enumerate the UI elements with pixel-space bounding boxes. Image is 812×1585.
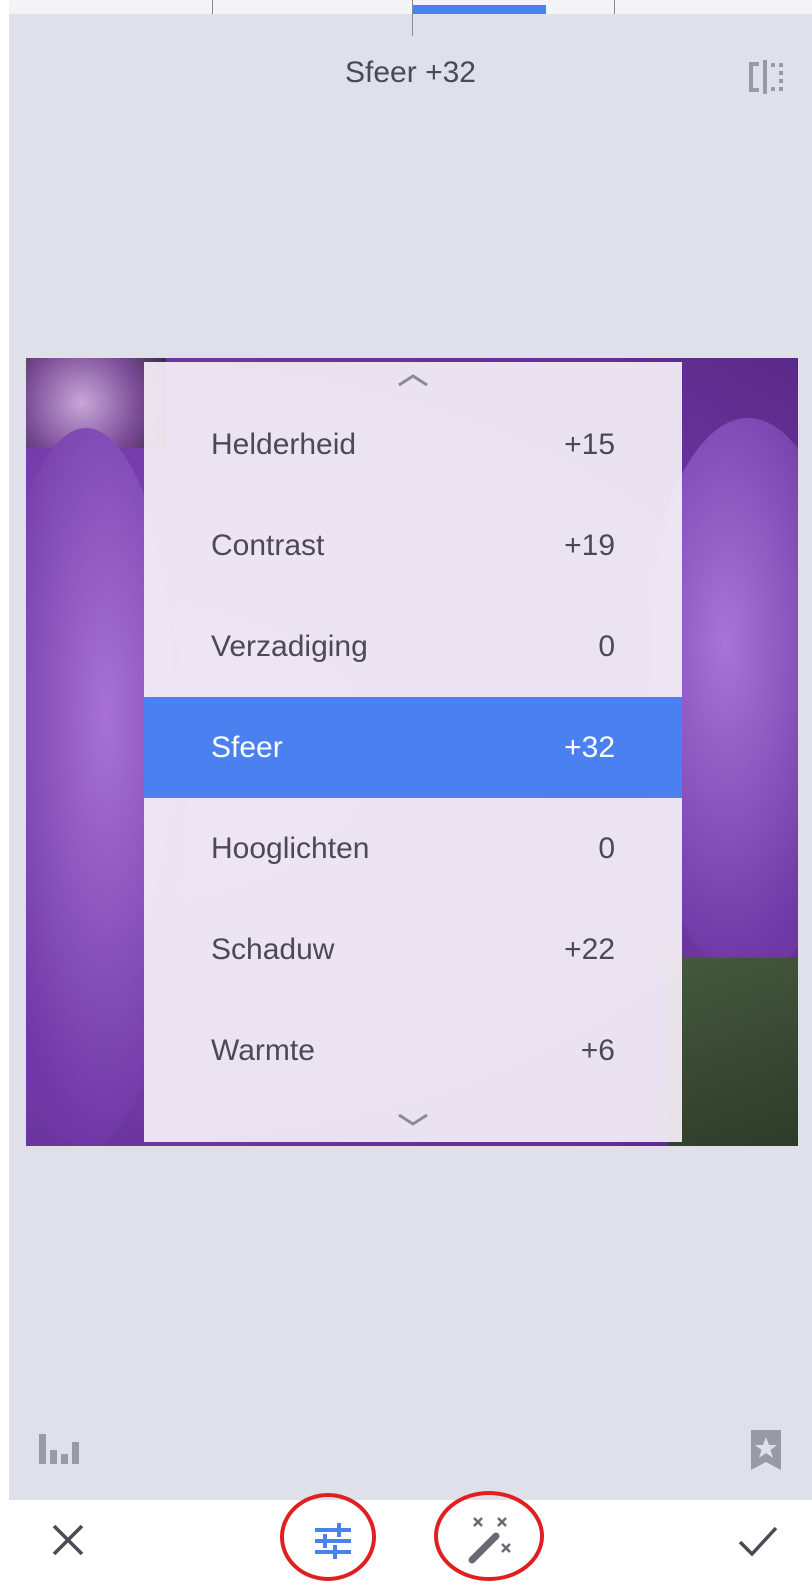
histogram-icon[interactable] (37, 1432, 85, 1466)
menu-item-value: +19 (564, 528, 615, 562)
slider-tick-right (614, 0, 615, 14)
slider-tick-center (412, 0, 413, 36)
menu-item-label: Hooglichten (211, 831, 370, 865)
adjustment-slider[interactable] (9, 0, 812, 36)
chevron-up-icon (398, 374, 428, 387)
menu-item-value: 0 (598, 629, 615, 663)
chevron-down-icon (398, 1113, 428, 1126)
compare-icon[interactable] (745, 58, 785, 96)
menu-item-hooglichten[interactable]: Hooglichten 0 (144, 798, 682, 899)
check-icon[interactable] (734, 1520, 782, 1560)
tune-icon[interactable] (305, 1518, 361, 1564)
slider-tick-left (212, 0, 213, 14)
close-icon[interactable] (48, 1520, 88, 1560)
menu-item-label: Helderheid (211, 427, 357, 461)
menu-item-value: 0 (598, 831, 615, 865)
menu-item-label: Verzadiging (211, 629, 368, 663)
menu-item-label: Contrast (211, 528, 325, 562)
menu-item-contrast[interactable]: Contrast +19 (144, 495, 682, 596)
menu-item-label: Schaduw (211, 932, 335, 966)
bookmark-star-icon[interactable] (749, 1428, 783, 1472)
menu-item-value: +22 (564, 932, 615, 966)
menu-item-helderheid[interactable]: Helderheid +15 (144, 394, 682, 495)
menu-item-value: +32 (564, 730, 615, 764)
menu-item-label: Warmte (211, 1033, 315, 1067)
editor-screen: Sfeer +32 Helderheid +15 Contrast +19 Ve… (9, 0, 812, 1500)
adjustment-menu: Helderheid +15 Contrast +19 Verzadiging … (144, 362, 682, 1142)
photo-leaf (668, 958, 798, 1146)
slider-fill (413, 5, 546, 14)
menu-item-value: +15 (564, 427, 615, 461)
page-title: Sfeer +32 (345, 56, 476, 89)
menu-item-warmte[interactable]: Warmte +6 (144, 1000, 682, 1101)
magic-wand-icon[interactable] (462, 1514, 518, 1568)
bottom-nav (0, 1491, 812, 1583)
menu-item-label: Sfeer (211, 730, 283, 764)
menu-item-sfeer[interactable]: Sfeer +32 (144, 697, 682, 798)
menu-item-verzadiging[interactable]: Verzadiging 0 (144, 596, 682, 697)
menu-item-value: +6 (580, 1033, 615, 1067)
menu-item-schaduw[interactable]: Schaduw +22 (144, 899, 682, 1000)
